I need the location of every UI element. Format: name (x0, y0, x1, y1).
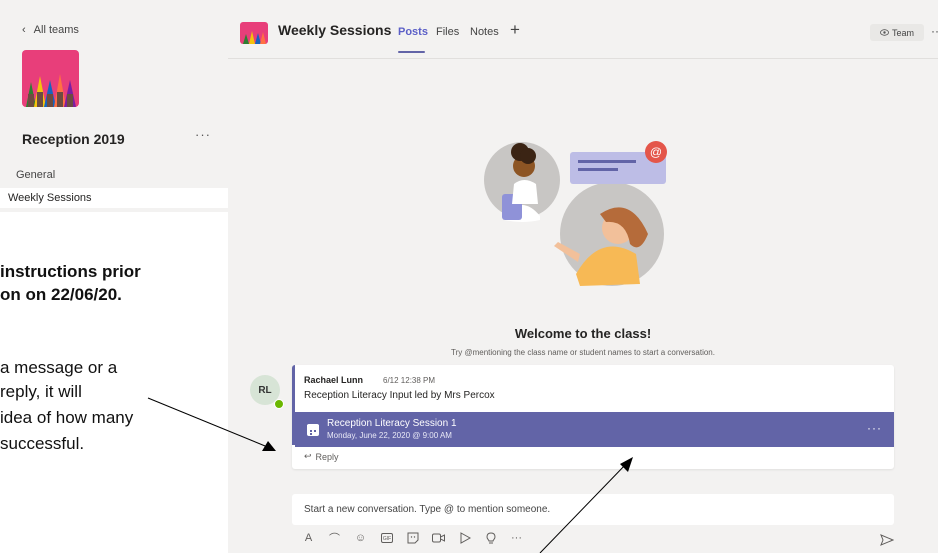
meeting-title: Reception Literacy Session 1 (327, 418, 457, 429)
team-button-label: Team (891, 27, 914, 38)
welcome-title: Welcome to the class! (514, 326, 652, 341)
svg-text:GIF: GIF (382, 536, 390, 542)
reply-button[interactable]: ↩ Reply (304, 451, 339, 462)
channel-label: General (16, 169, 56, 181)
channel-title: Weekly Sessions (278, 22, 392, 38)
tab-posts[interactable]: Posts (398, 26, 428, 38)
all-teams-label: All teams (33, 24, 79, 36)
add-tab-button[interactable]: + (510, 20, 520, 40)
composer-placeholder: Start a new conversation. Type @ to ment… (304, 504, 551, 515)
team-logo[interactable] (22, 50, 79, 107)
meeting-card[interactable]: Reception Literacy Session 1 Monday, Jun… (295, 412, 894, 447)
composer-toolbar: A ⌒ ☺ GIF ··· (302, 531, 523, 545)
reply-label: Reply (315, 451, 339, 462)
all-teams-back-link[interactable]: ‹ All teams (22, 24, 79, 36)
channel-main: Weekly Sessions Posts Files Notes + Team… (228, 0, 938, 553)
welcome-subtitle: Try @mentioning the class name or studen… (451, 348, 715, 357)
new-conversation-input[interactable]: Start a new conversation. Type @ to ment… (292, 494, 894, 525)
chevron-left-icon: ‹ (22, 24, 26, 36)
team-more-options-button[interactable]: ··· (195, 127, 211, 142)
meeting-date: Monday, June 22, 2020 @ 9:00 AM (327, 431, 452, 440)
reply-arrow-icon: ↩ (304, 451, 312, 461)
calendar-icon (307, 424, 319, 436)
presence-available-icon (274, 399, 284, 409)
instruction-line: successful. (0, 434, 85, 453)
emoji-icon[interactable]: ☺ (354, 531, 367, 544)
team-name: Reception 2019 (22, 131, 125, 147)
send-icon[interactable] (880, 533, 895, 551)
team-button[interactable]: Team (870, 24, 924, 41)
active-tab-indicator (398, 51, 425, 53)
format-icon[interactable]: A (302, 531, 315, 544)
svg-text:@: @ (650, 145, 662, 159)
channel-team-logo (240, 22, 268, 44)
channel-item-general[interactable]: General (8, 166, 213, 184)
stream-icon[interactable] (458, 531, 471, 544)
instruction-line: reply, it will (0, 382, 82, 401)
team-sidebar: ‹ All teams Reception 2019 ··· General W… (0, 0, 228, 212)
post-body: Reception Literacy Input led by Mrs Perc… (304, 390, 495, 401)
instruction-line: instructions prior (0, 262, 141, 281)
post-timestamp: 6/12 12:38 PM (383, 376, 436, 385)
praise-icon[interactable] (484, 531, 497, 544)
conversation-post: Rachael Lunn 6/12 12:38 PM Reception Lit… (292, 365, 894, 469)
channel-item-weekly-sessions[interactable]: Weekly Sessions (0, 188, 228, 208)
channel-header: Weekly Sessions Posts Files Notes + Team… (228, 0, 938, 59)
instruction-line: idea of how many (0, 408, 134, 427)
gif-icon[interactable]: GIF (380, 531, 393, 544)
attach-icon[interactable]: ⌒ (328, 531, 341, 545)
channel-label: Weekly Sessions (8, 192, 92, 204)
welcome-illustration: @ (484, 141, 667, 286)
tab-notes[interactable]: Notes (470, 26, 499, 38)
header-more-button[interactable]: ·· (931, 24, 938, 38)
meeting-more-button[interactable]: ··· (867, 421, 882, 435)
meet-now-icon[interactable] (432, 531, 445, 544)
sticker-icon[interactable] (406, 531, 419, 544)
more-options-button[interactable]: ··· (510, 531, 523, 544)
instruction-line: on on 22/06/20. (0, 285, 122, 304)
tab-files[interactable]: Files (436, 26, 459, 38)
instruction-line: a message or a (0, 358, 118, 377)
post-author[interactable]: Rachael Lunn (304, 375, 363, 385)
eye-icon (880, 28, 889, 38)
